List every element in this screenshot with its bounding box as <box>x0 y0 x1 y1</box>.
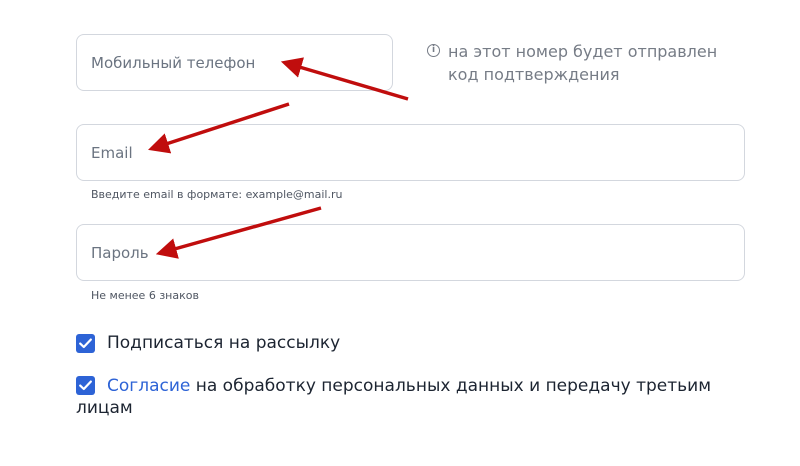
email-hint: Введите email в формате: example@mail.ru <box>91 188 343 201</box>
info-icon: i <box>427 44 440 57</box>
phone-field[interactable] <box>76 34 393 91</box>
consent-label: Согласие на обработку персональных данны… <box>107 375 711 397</box>
email-input[interactable] <box>77 125 744 180</box>
subscribe-checkbox[interactable] <box>76 334 95 353</box>
subscribe-label[interactable]: Подписаться на рассылку <box>107 332 340 354</box>
consent-text-line-1: на обработку персональных данных и перед… <box>190 376 712 396</box>
phone-note-line-2: код подтверждения <box>448 65 620 84</box>
email-field[interactable] <box>76 124 745 181</box>
phone-input[interactable] <box>77 35 392 90</box>
password-input[interactable] <box>77 225 744 280</box>
phone-note: i на этот номер будет отправлен код подт… <box>427 40 757 86</box>
checkmark-icon <box>79 380 92 391</box>
consent-text-line-2: лицам <box>76 398 133 418</box>
checkmark-icon <box>79 338 92 349</box>
password-hint: Не менее 6 знаков <box>91 289 199 302</box>
phone-note-line-1: на этот номер будет отправлен <box>448 42 718 61</box>
consent-link[interactable]: Согласие <box>107 376 190 396</box>
consent-checkbox[interactable] <box>76 376 95 395</box>
password-field[interactable] <box>76 224 745 281</box>
